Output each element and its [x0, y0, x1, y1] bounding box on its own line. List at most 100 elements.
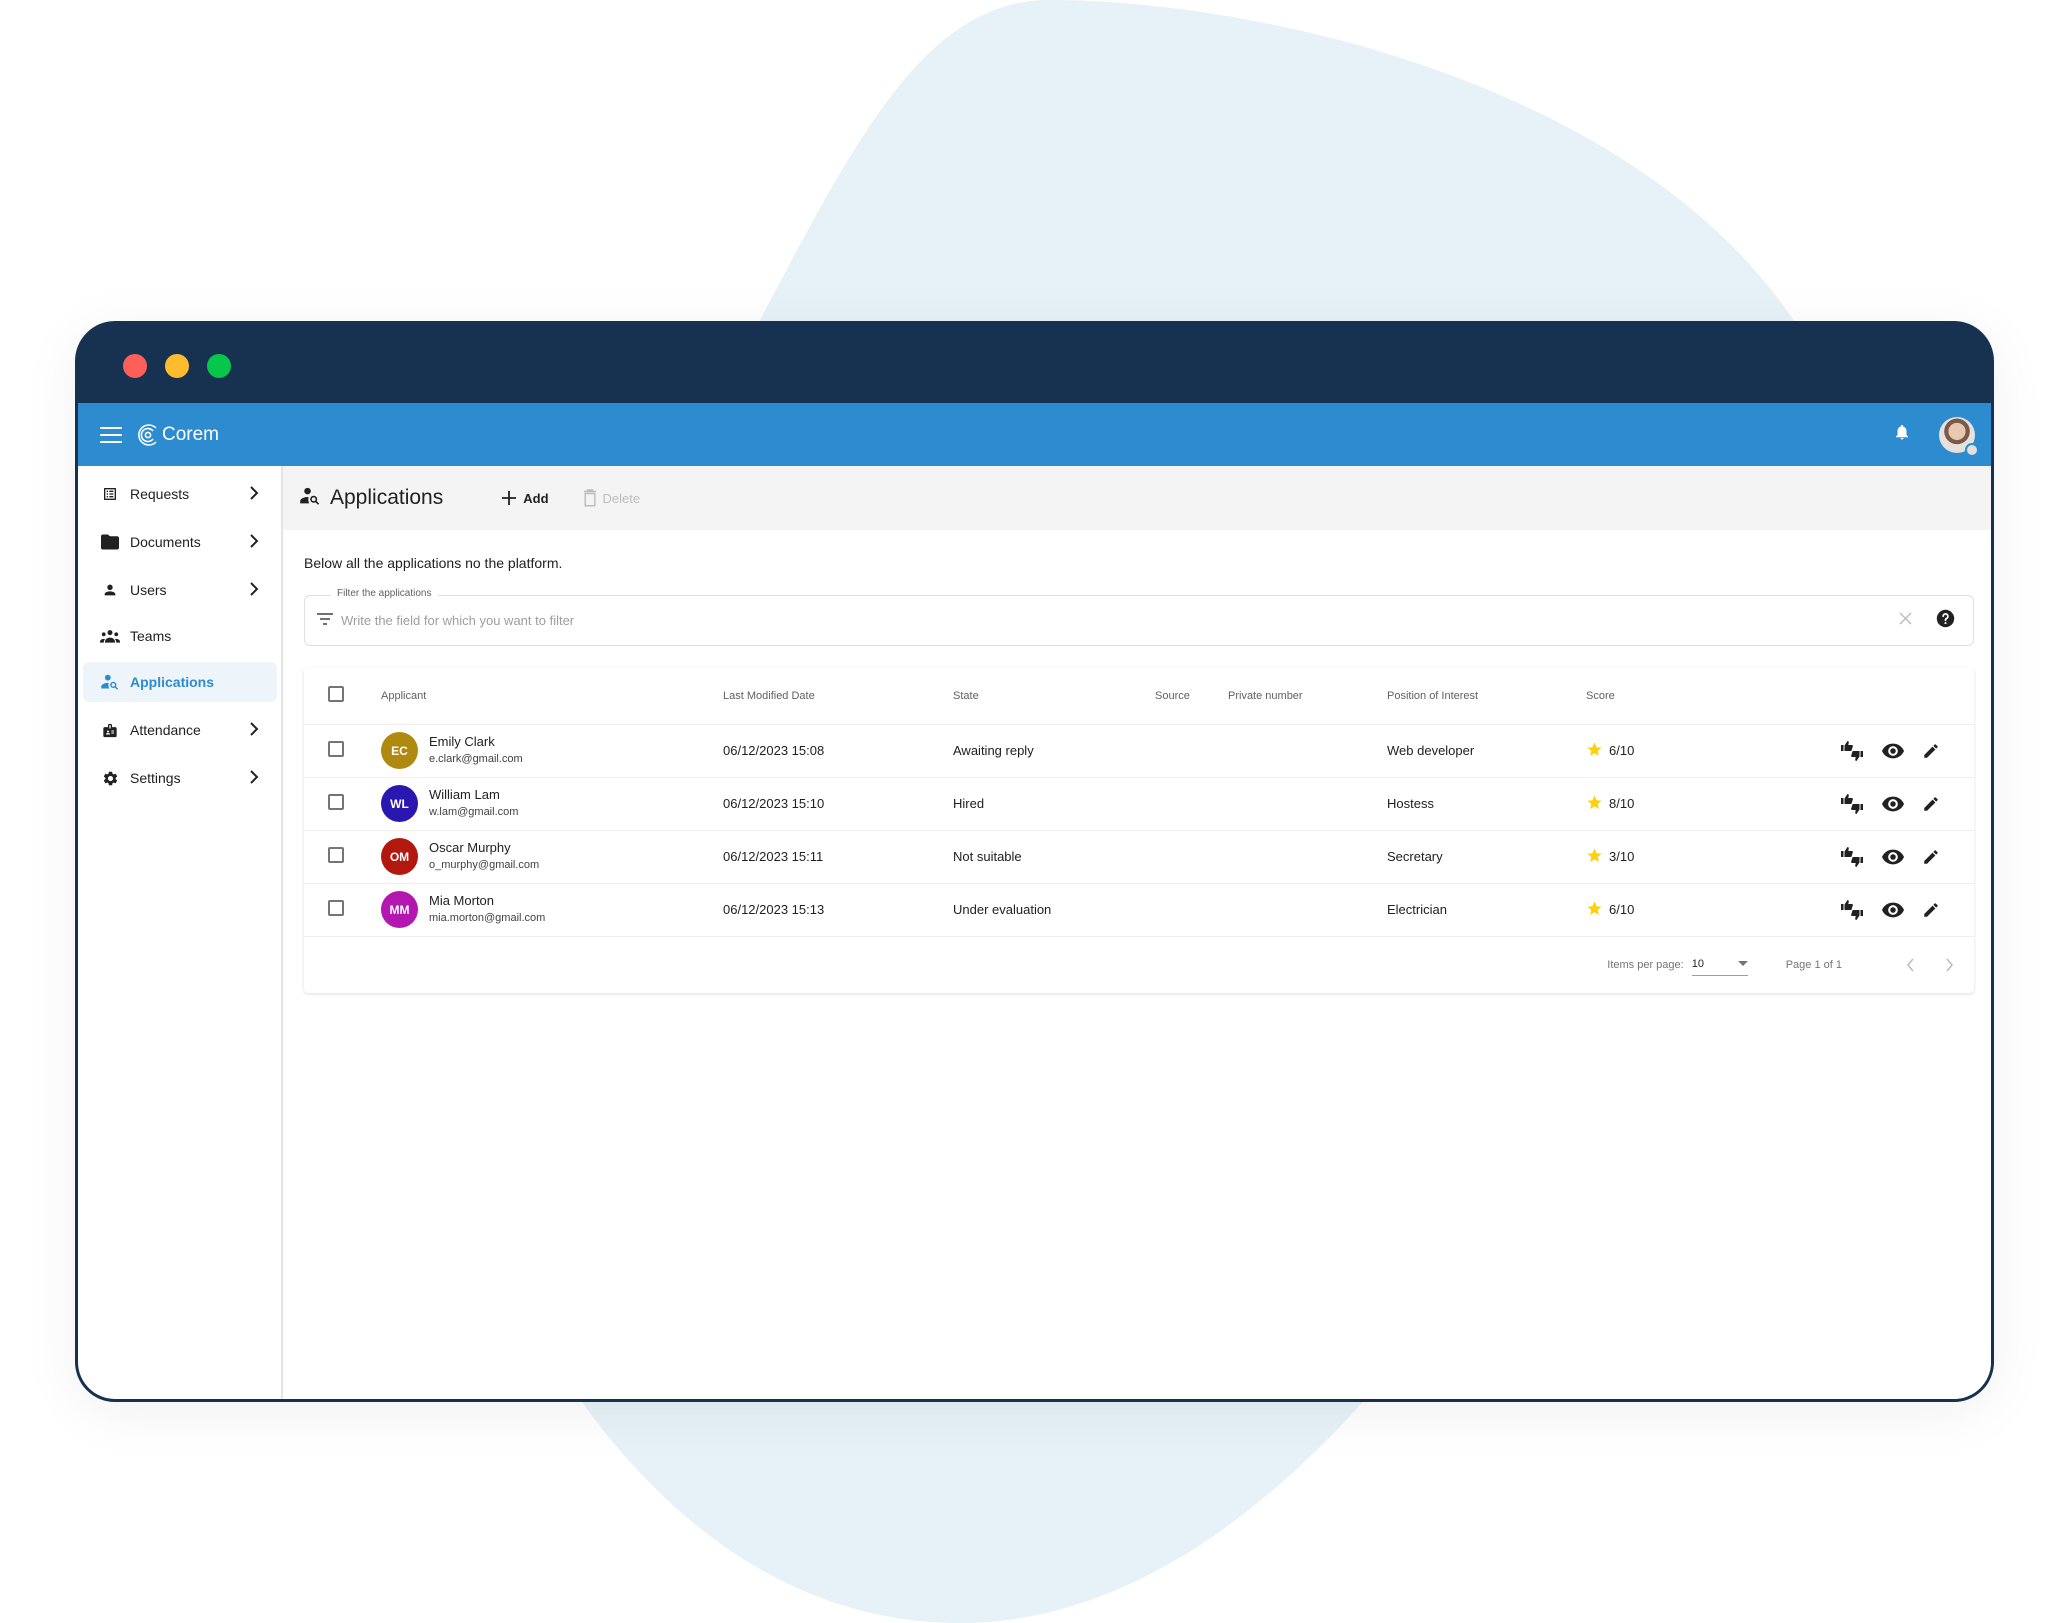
pencil-icon[interactable] — [1922, 742, 1940, 760]
sidebar-item-attendance[interactable]: Attendance — [83, 710, 277, 750]
sidebar-item-label: Settings — [130, 770, 181, 786]
close-icon[interactable] — [1899, 611, 1912, 630]
row-actions — [1786, 793, 1974, 814]
applicant-name: Mia Morton — [429, 893, 495, 908]
position-of-interest: Electrician — [1387, 883, 1586, 937]
private-number — [1228, 724, 1387, 778]
sidebar-item-users[interactable]: Users — [83, 570, 277, 610]
brand-logo[interactable]: Corem — [136, 423, 219, 447]
select-all-checkbox[interactable] — [328, 686, 344, 703]
sidebar-item-label: Attendance — [130, 722, 201, 738]
trash-icon — [583, 489, 596, 507]
hamburger-icon[interactable] — [100, 426, 122, 443]
column-header-position[interactable]: Position of Interest — [1387, 668, 1586, 725]
score-cell: 6/10 — [1586, 741, 1786, 761]
state: Awaiting reply — [953, 724, 1155, 778]
add-button[interactable]: Add — [501, 490, 549, 506]
help-icon[interactable] — [1936, 609, 1955, 633]
state: Hired — [953, 777, 1155, 831]
window-close-button[interactable] — [123, 354, 147, 378]
eye-icon[interactable] — [1882, 796, 1904, 812]
delete-button-label: Delete — [602, 490, 641, 506]
chevron-right-icon — [249, 582, 259, 599]
sidebar-item-teams[interactable]: Teams — [83, 618, 277, 654]
sidebar-item-label: Teams — [130, 628, 172, 644]
row-actions — [1786, 899, 1974, 920]
score-value: 6/10 — [1609, 743, 1635, 758]
person-search-icon — [300, 487, 320, 510]
column-header-state[interactable]: State — [953, 668, 1155, 725]
avatar: MM — [381, 891, 418, 928]
eye-icon[interactable] — [1882, 849, 1904, 865]
sidebar-item-settings[interactable]: Settings — [83, 758, 277, 798]
score-value: 3/10 — [1609, 849, 1635, 864]
bell-icon[interactable] — [1893, 422, 1911, 447]
sidebar-item-label: Documents — [130, 534, 201, 550]
position-of-interest: Secretary — [1387, 830, 1586, 884]
pencil-icon[interactable] — [1922, 848, 1940, 866]
avatar-initials: MM — [389, 902, 410, 917]
position-of-interest: Hostess — [1387, 777, 1586, 831]
row-checkbox[interactable] — [328, 741, 344, 757]
avatar: EC — [381, 732, 418, 769]
row-checkbox[interactable] — [328, 847, 344, 863]
last-modified-date: 06/12/2023 15:10 — [723, 777, 953, 831]
filter-input[interactable] — [341, 613, 1899, 628]
thumbs-up-down-icon[interactable] — [1840, 740, 1864, 761]
column-header-private-number[interactable]: Private number — [1228, 668, 1387, 725]
applicant-cell: WL William Lam w.lam@gmail.com — [381, 785, 723, 822]
thumbs-up-down-icon[interactable] — [1840, 846, 1864, 867]
paginator: Items per page: 10 Page 1 of 1 — [304, 937, 1974, 993]
thumbs-up-down-icon[interactable] — [1840, 899, 1864, 920]
page-description: Below all the applications no the platfo… — [304, 555, 563, 571]
state: Not suitable — [953, 830, 1155, 884]
items-per-page-label: Items per page: — [1607, 958, 1684, 971]
eye-icon[interactable] — [1882, 743, 1904, 759]
pencil-icon[interactable] — [1922, 795, 1940, 813]
column-header-applicant[interactable]: Applicant — [381, 668, 723, 725]
applicant-email: mia.morton@gmail.com — [429, 912, 546, 924]
thumbs-up-down-icon[interactable] — [1840, 793, 1864, 814]
source — [1155, 724, 1228, 778]
corem-logo-icon — [138, 423, 157, 446]
column-header-score[interactable]: Score — [1586, 668, 1786, 725]
table-row[interactable]: EC Emily Clark e.clark@gmail.com 06/12/2… — [304, 724, 1974, 778]
table-row[interactable]: WL William Lam w.lam@gmail.com 06/12/202… — [304, 777, 1974, 831]
window-titlebar — [78, 321, 1991, 403]
last-modified-date: 06/12/2023 15:08 — [723, 724, 953, 778]
column-header-date[interactable]: Last Modified Date — [723, 668, 953, 725]
star-icon — [1586, 741, 1603, 761]
sidebar-item-requests[interactable]: Requests — [83, 474, 277, 514]
add-button-label: Add — [523, 490, 549, 506]
source — [1155, 883, 1228, 937]
column-header-source[interactable]: Source — [1155, 668, 1228, 725]
next-page-button[interactable] — [1945, 957, 1954, 972]
sidebar-item-applications[interactable]: Applications — [83, 662, 277, 702]
sidebar-item-label: Applications — [130, 674, 215, 690]
applicant-email: o_murphy@gmail.com — [429, 859, 540, 871]
score-cell: 8/10 — [1586, 794, 1786, 814]
row-checkbox[interactable] — [328, 794, 344, 810]
filter-field: Filter the applications — [304, 588, 1974, 646]
row-actions — [1786, 846, 1974, 867]
app-window: Corem Requests Documents Users Teams App… — [75, 321, 1994, 1402]
filter-label: Filter the applications — [331, 588, 438, 599]
previous-page-button[interactable] — [1906, 957, 1915, 972]
star-icon — [1586, 900, 1603, 920]
items-per-page-value: 10 — [1691, 958, 1704, 970]
window-maximize-button[interactable] — [207, 354, 231, 378]
user-avatar[interactable] — [1939, 416, 1979, 457]
delete-button[interactable]: Delete — [583, 489, 641, 507]
private-number — [1228, 830, 1387, 884]
table-row[interactable]: MM Mia Morton mia.morton@gmail.com 06/12… — [304, 883, 1974, 937]
sidebar-item-documents[interactable]: Documents — [83, 522, 277, 562]
eye-icon[interactable] — [1882, 902, 1904, 918]
row-checkbox[interactable] — [328, 900, 344, 916]
items-per-page-select[interactable]: 10 — [1691, 954, 1748, 976]
sidebar-item-label: Users — [130, 582, 167, 598]
window-minimize-button[interactable] — [165, 354, 189, 378]
table-row[interactable]: OM Oscar Murphy o_murphy@gmail.com 06/12… — [304, 830, 1974, 884]
pencil-icon[interactable] — [1922, 901, 1940, 919]
person-icon — [100, 580, 120, 600]
source — [1155, 777, 1228, 831]
